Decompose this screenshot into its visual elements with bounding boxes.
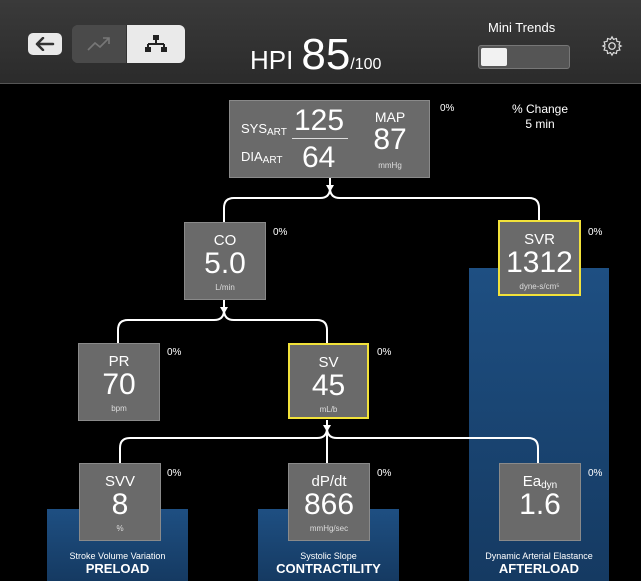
svv-box[interactable]: SVV 8 % <box>79 463 161 541</box>
contractility-footer: Systolic Slope CONTRACTILITY <box>250 551 407 576</box>
percent-change-interval: 5 min <box>525 117 555 131</box>
svv-percent-change: 0% <box>167 468 182 479</box>
svr-unit: dyne-s/cm⁵ <box>519 282 560 291</box>
co-box[interactable]: CO 5.0 L/min <box>184 222 266 300</box>
svv-unit: % <box>116 524 124 533</box>
co-unit: L/min <box>215 283 235 292</box>
pr-box[interactable]: PR 70 bpm <box>78 343 160 421</box>
dpdt-value: 866 <box>303 488 355 521</box>
dia-value: 64 <box>302 141 336 174</box>
art-percent-change: 0% <box>440 103 455 114</box>
preload-footer: Stroke Volume Variation PRELOAD <box>40 551 195 576</box>
ea-box[interactable]: Eadyn 1.6 <box>499 463 581 541</box>
sv-value: 45 <box>311 369 346 402</box>
map-unit: mmHg <box>378 161 402 170</box>
sys-value: 125 <box>294 104 345 137</box>
pr-percent-change: 0% <box>167 347 182 358</box>
sv-unit: mL/b <box>319 405 338 414</box>
afterload-footer: Dynamic Arterial Elastance AFTERLOAD <box>462 551 616 576</box>
contractility-description: Systolic Slope <box>300 551 357 561</box>
dpdt-unit: mmHg/sec <box>309 524 349 533</box>
sv-percent-change: 0% <box>377 347 392 358</box>
co-value: 5.0 <box>204 247 246 280</box>
co-percent-change: 0% <box>273 227 288 238</box>
pr-unit: bpm <box>111 404 127 413</box>
arterial-pressure-box[interactable]: SYSART DIAART 125 64 MAP 87 mmHg <box>229 100 430 178</box>
sys-label: SYSART <box>241 121 287 138</box>
dia-label: DIAART <box>241 149 283 166</box>
contractility-title: CONTRACTILITY <box>276 561 381 576</box>
percent-change-header: % Change 5 min <box>500 102 580 132</box>
svr-percent-change: 0% <box>588 227 603 238</box>
percent-change-label: % Change <box>511 102 569 116</box>
afterload-title: AFTERLOAD <box>498 561 580 576</box>
sv-box[interactable]: SV 45 mL/b <box>288 343 369 419</box>
svr-value: 1312 <box>506 246 573 279</box>
ea-percent-change: 0% <box>588 468 603 479</box>
preload-title: PRELOAD <box>85 561 150 576</box>
pr-value: 70 <box>102 368 136 401</box>
svr-box[interactable]: SVR 1312 dyne-s/cm⁵ <box>498 220 581 296</box>
svv-value: 8 <box>111 488 129 521</box>
map-value: 87 <box>373 123 407 156</box>
ea-value: 1.6 <box>519 488 561 521</box>
afterload-description: Dynamic Arterial Elastance <box>485 551 593 561</box>
dpdt-percent-change: 0% <box>377 468 392 479</box>
dpdt-box[interactable]: dP/dt 866 mmHg/sec <box>288 463 370 541</box>
pressure-divider <box>292 138 348 139</box>
preload-description: Stroke Volume Variation <box>69 551 166 561</box>
